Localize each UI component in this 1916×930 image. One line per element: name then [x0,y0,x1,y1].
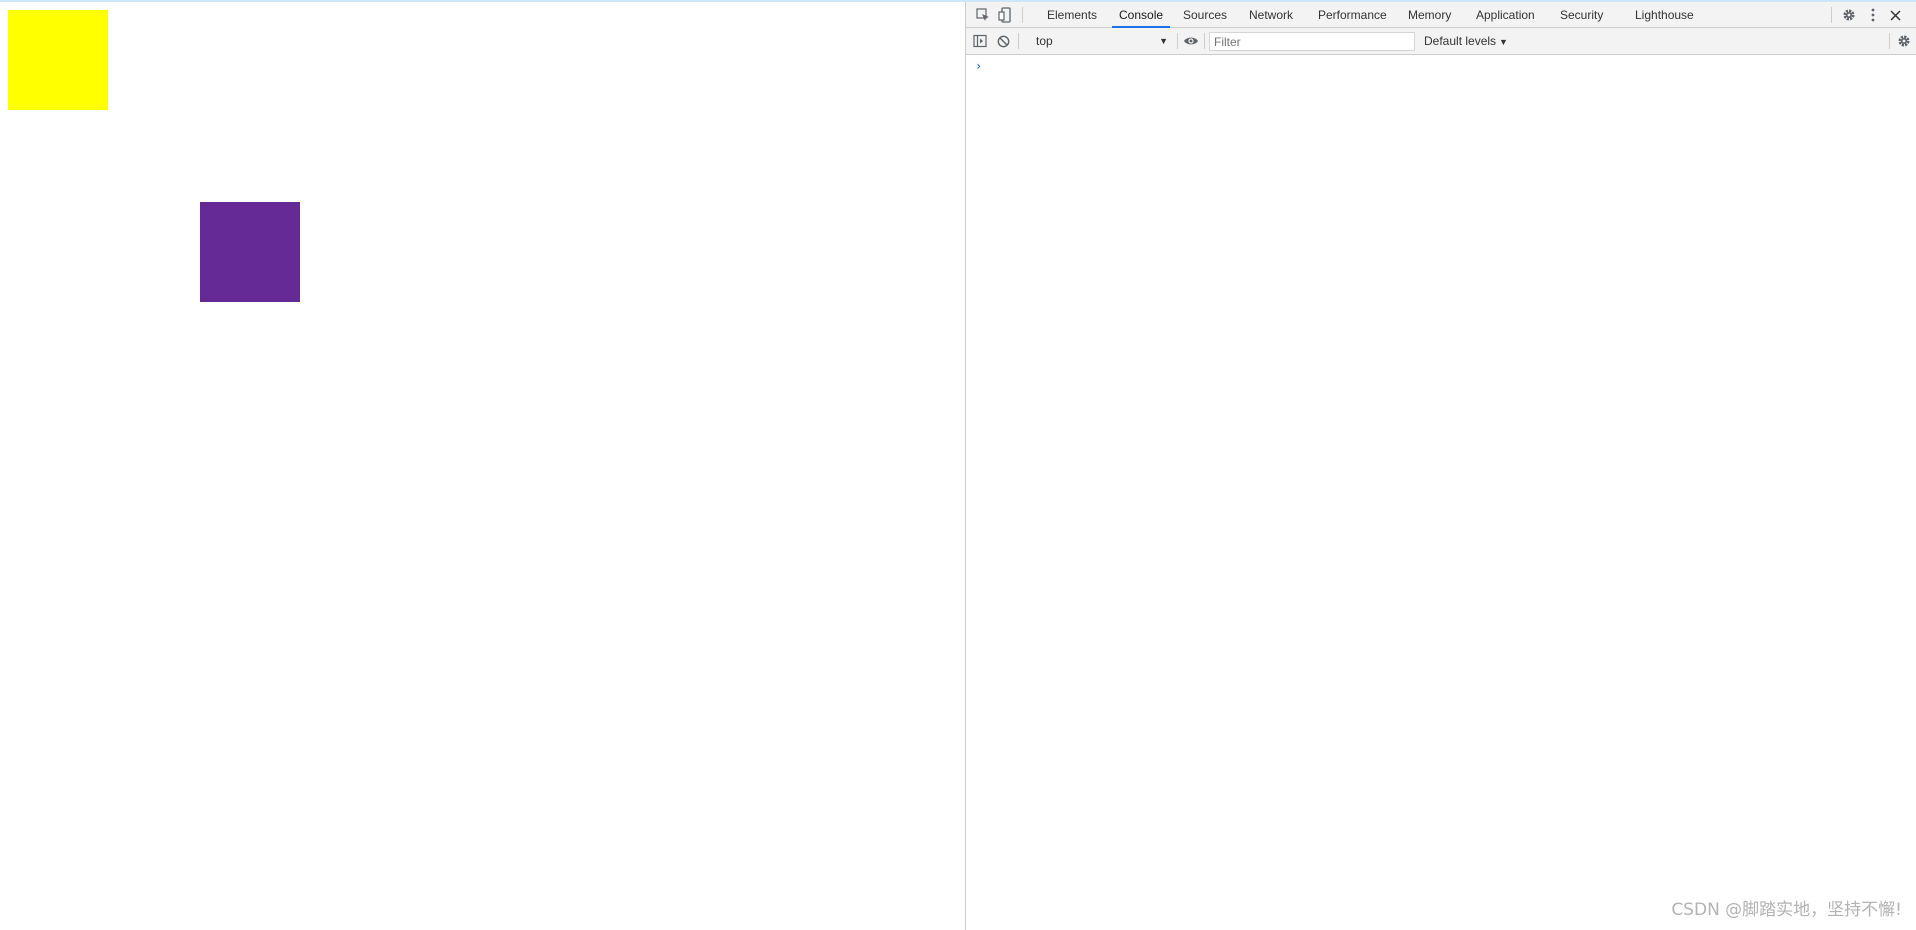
triangle-down-icon: ▼ [1499,37,1508,47]
devtools-tabbar: Elements Console Sources Network Perform… [966,2,1916,28]
yellow-square [8,10,108,110]
eye-icon[interactable] [1182,32,1200,50]
page-viewport [0,2,965,930]
tabbar-separator-right [1831,7,1832,23]
filter-input[interactable] [1209,32,1415,51]
tab-performance[interactable]: Performance [1318,2,1387,27]
console-settings-gear-icon[interactable] [1895,32,1913,50]
console-prompt-icon: › [975,59,983,73]
tab-application[interactable]: Application [1476,2,1535,27]
more-vertical-icon[interactable] [1864,6,1882,24]
tab-sources[interactable]: Sources [1183,2,1227,27]
console-toolbar: top ▼ Default levels▼ [966,28,1916,55]
triangle-down-icon: ▼ [1159,36,1168,46]
console-toolbar-separator-right [1889,33,1890,49]
log-levels-label: Default levels [1424,34,1497,48]
devtools-panel: Elements Console Sources Network Perform… [965,2,1916,930]
device-toolbar-icon[interactable] [996,6,1014,24]
tabbar-separator [1022,7,1023,23]
watermark: CSDN @脚踏实地，坚持不懈! [1671,900,1902,920]
purple-square [200,202,300,302]
inspect-element-icon[interactable] [974,6,992,24]
tab-security[interactable]: Security [1560,2,1603,27]
console-output[interactable]: › [966,55,1916,930]
tab-memory[interactable]: Memory [1408,2,1451,27]
clear-console-icon[interactable] [994,32,1012,50]
log-levels-dropdown[interactable]: Default levels ▼ [1424,32,1508,50]
sidebar-toggle-icon[interactable] [971,32,989,50]
console-toolbar-separator-3 [1204,33,1205,49]
console-toolbar-separator-2 [1177,33,1178,49]
context-selector-value: top [1036,34,1053,48]
close-icon[interactable] [1886,6,1904,24]
tab-elements[interactable]: Elements [1047,2,1097,27]
context-selector[interactable]: top ▼ [1036,32,1170,50]
gear-icon[interactable] [1840,6,1858,24]
tab-console[interactable]: Console [1112,2,1171,28]
tab-lighthouse[interactable]: Lighthouse [1635,2,1694,27]
tab-network[interactable]: Network [1249,2,1293,27]
screenshot-root: Elements Console Sources Network Perform… [0,0,1916,930]
console-toolbar-separator [1018,33,1019,49]
